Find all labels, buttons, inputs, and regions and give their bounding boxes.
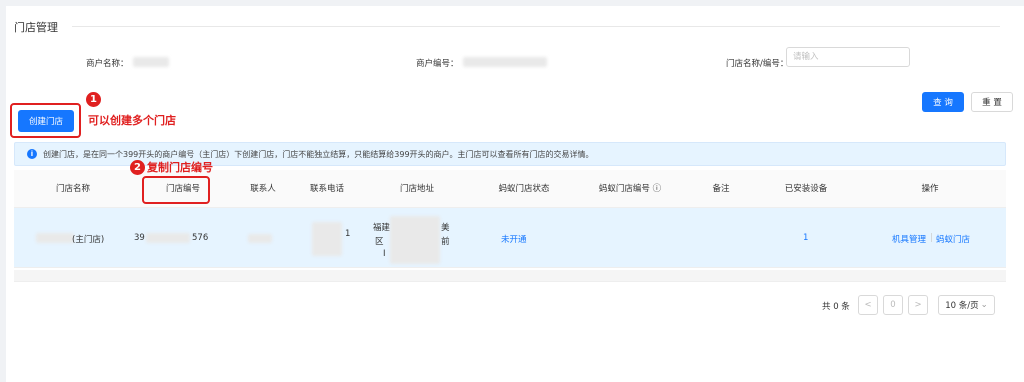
address-line1-start: 福建 [373, 223, 391, 233]
annotation-number-1: 1 [86, 92, 101, 107]
current-page[interactable]: 0 [883, 295, 903, 315]
action-separator: | [930, 233, 933, 243]
store-code-blur [146, 233, 190, 243]
prev-page-button[interactable]: < [858, 295, 878, 315]
phone-blur [312, 222, 342, 256]
header-phone: 联系电话 [309, 184, 344, 194]
store-code-suffix: 576 [192, 233, 209, 243]
header-store-name: 门店名称 [55, 184, 90, 194]
store-filter-label: 门店名称/编号： [726, 59, 789, 69]
table-scrollbar[interactable] [14, 270, 1006, 282]
annotation-text-2: 复制门店编号 [147, 161, 213, 174]
address-blur [390, 216, 440, 264]
store-name-blur [36, 233, 74, 243]
merchant-no-label: 商户编号： [416, 59, 459, 69]
reset-button[interactable]: 重 置 [971, 92, 1013, 112]
header-contact: 联系人 [250, 184, 276, 194]
address-line3: I [383, 249, 386, 259]
page-size-select[interactable]: 10 条/页 ⌄ [938, 295, 995, 315]
address-line1-end: 美 [441, 223, 450, 233]
merchant-name-value [133, 57, 169, 67]
header-ant-code: 蚂蚁门店编号 ⓘ [598, 184, 662, 194]
annotation-text-1: 可以创建多个门店 [88, 114, 176, 127]
ant-status: 未开通 [501, 235, 527, 245]
create-store-button[interactable]: 创建门店 [18, 110, 74, 132]
store-name-suffix: (主门店) [72, 235, 105, 245]
annotation-box-code [142, 176, 210, 204]
contact-blur [248, 234, 272, 243]
header-ant-status: 蚂蚁门店状态 [498, 184, 550, 194]
machine-manage-link[interactable]: 机具管理 [892, 233, 926, 245]
merchant-no-value [463, 57, 547, 67]
address-line2-end: 前 [441, 237, 450, 247]
info-icon: i [27, 149, 37, 159]
annotation-number-2: 2 [130, 160, 145, 175]
header-remark: 备注 [712, 184, 730, 194]
page-size-label: 10 条/页 [945, 301, 979, 311]
ant-store-link[interactable]: 蚂蚁门店 [936, 233, 970, 245]
phone-suffix: 1 [345, 229, 351, 239]
merchant-name-label: 商户名称： [86, 59, 129, 69]
pagination-total: 共 0 条 [822, 302, 850, 312]
header-actions: 操作 [921, 184, 939, 194]
info-text: 创建门店，是在同一个399开头的商户编号（主门店）下创建门店，门店不能独立结算，… [43, 149, 594, 159]
title-divider [72, 26, 1000, 27]
store-search-input[interactable] [786, 47, 910, 67]
header-address: 门店地址 [399, 184, 434, 194]
store-code-prefix: 39 [134, 233, 145, 243]
address-line2-start: 区 [375, 237, 384, 247]
installed-devices-count[interactable]: 1 [803, 233, 808, 243]
next-page-button[interactable]: > [908, 295, 928, 315]
header-devices: 已安装设备 [784, 184, 828, 194]
page-title: 门店管理 [14, 21, 58, 34]
table-row[interactable]: (主门店) 39 576 1 福建 美 区 前 I 未开通 1 机具管理 | 蚂… [14, 208, 1006, 268]
query-button[interactable]: 查 询 [922, 92, 964, 112]
chevron-down-icon: ⌄ [980, 300, 988, 310]
